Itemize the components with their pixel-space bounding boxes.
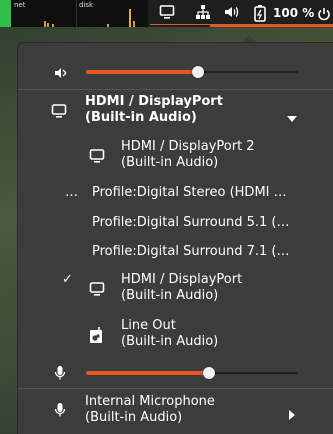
device-line1: HDMI / DisplayPort (121, 272, 243, 287)
device-item-line-out[interactable]: Line Out (Built-in Audio) (18, 318, 333, 352)
network-icon[interactable] (195, 4, 211, 24)
monitor-icon (89, 281, 105, 301)
battery-percentage: 100 % (273, 6, 315, 20)
profile-item-surround-71[interactable]: Profile:Digital Surround 7.1 (… (18, 243, 333, 263)
output-device-selector[interactable]: HDMI / DisplayPort (Built-in Audio) (18, 94, 333, 128)
disk-label: disk (79, 1, 94, 9)
volume-slider-knob[interactable] (192, 66, 204, 78)
device-line2: (Built-in Audio) (121, 155, 219, 170)
net-spike (52, 24, 54, 27)
device-line1: Line Out (121, 318, 176, 333)
mic-slider-row (18, 358, 333, 388)
input-device-selector[interactable]: Internal Microphone (Built-in Audio) (18, 393, 333, 429)
output-device-line1: HDMI / DisplayPort (85, 94, 223, 109)
speaker-low-icon (54, 65, 68, 84)
battery-icon[interactable] (253, 4, 267, 26)
sound-menu: HDMI / DisplayPort (Built-in Audio) HDMI… (17, 42, 333, 434)
disk-spike (133, 21, 135, 27)
input-device-line2: (Built-in Audio) (85, 410, 183, 425)
active-indicator-underline (210, 24, 333, 27)
network-graph[interactable]: net (0, 0, 77, 27)
display-icon[interactable] (159, 4, 175, 24)
microphone-icon (54, 402, 66, 422)
chevron-right-icon (289, 405, 295, 424)
device-item-hdmi-2[interactable]: HDMI / DisplayPort 2 (Built-in Audio) (18, 139, 333, 173)
profile-item-surround-51[interactable]: Profile:Digital Surround 5.1 (… (18, 214, 333, 234)
output-device-line2: (Built-in Audio) (85, 110, 197, 125)
disk-graph[interactable]: disk (77, 0, 148, 27)
profile-label: Profile:Digital Surround 7.1 (… (92, 244, 290, 259)
volume-icon[interactable] (223, 4, 239, 24)
profile-active-marker: … (65, 185, 78, 200)
device-item-hdmi-selected[interactable]: ✓ HDMI / DisplayPort (Built-in Audio) (18, 272, 333, 306)
net-spike (44, 21, 46, 27)
disk-spike (107, 24, 109, 27)
separator (18, 89, 333, 90)
device-line2: (Built-in Audio) (121, 288, 219, 303)
device-line1: HDMI / DisplayPort 2 (121, 139, 255, 154)
mic-slider-knob[interactable] (203, 367, 215, 379)
device-line2: (Built-in Audio) (121, 334, 219, 349)
net-label: net (14, 1, 26, 9)
audio-card-icon (89, 326, 105, 348)
profile-label: Profile:Digital Stereo (HDMI … (92, 185, 287, 200)
monitor-icon (51, 103, 67, 123)
disk-spike (129, 9, 131, 27)
panel-indicator-line (150, 24, 210, 25)
volume-slider-row (18, 57, 333, 87)
mic-slider-fill (86, 371, 209, 375)
profile-label: Profile:Digital Surround 5.1 (… (92, 215, 290, 230)
input-device-line1: Internal Microphone (85, 394, 215, 409)
power-icon[interactable] (317, 6, 331, 25)
microphone-icon (54, 365, 66, 385)
checkmark-icon: ✓ (62, 272, 73, 287)
dropdown-arrow-icon (287, 107, 297, 126)
separator (18, 388, 333, 389)
monitor-icon (89, 148, 105, 168)
top-panel: net disk 100 % (0, 0, 333, 27)
volume-slider-fill (86, 70, 198, 74)
network-activity-bar (0, 0, 11, 27)
profile-item-digital-stereo[interactable]: … Profile:Digital Stereo (HDMI … (18, 184, 333, 204)
net-spike (47, 23, 49, 27)
